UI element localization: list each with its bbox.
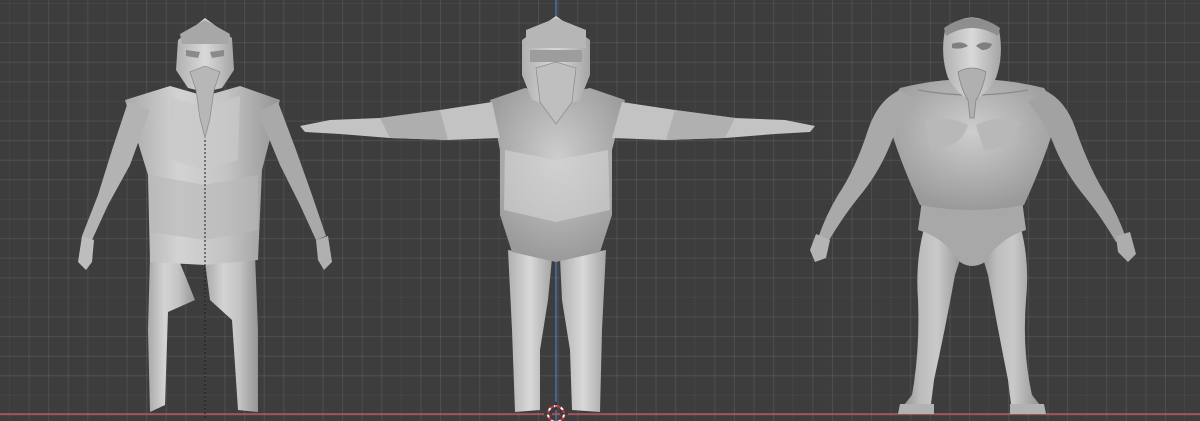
- right-hand: [1116, 232, 1136, 262]
- model-low-poly-a-pose[interactable]: [78, 18, 332, 418]
- left-arm: [82, 102, 150, 240]
- right-hand: [316, 236, 332, 270]
- left-hand: [78, 236, 94, 270]
- 3d-viewport[interactable]: [0, 0, 1200, 421]
- model-sculpted-a-pose[interactable]: [810, 17, 1136, 415]
- right-arm: [1028, 90, 1126, 242]
- right-foot: [1010, 404, 1046, 414]
- right-arm: [258, 102, 326, 240]
- left-leg: [148, 255, 195, 412]
- viewport-scene[interactable]: [0, 0, 1200, 421]
- left-arm: [818, 90, 916, 242]
- right-leg: [205, 255, 258, 412]
- left-leg: [508, 250, 552, 412]
- model-low-poly-t-pose[interactable]: [300, 16, 815, 412]
- left-foot: [898, 404, 934, 414]
- right-leg: [560, 250, 606, 412]
